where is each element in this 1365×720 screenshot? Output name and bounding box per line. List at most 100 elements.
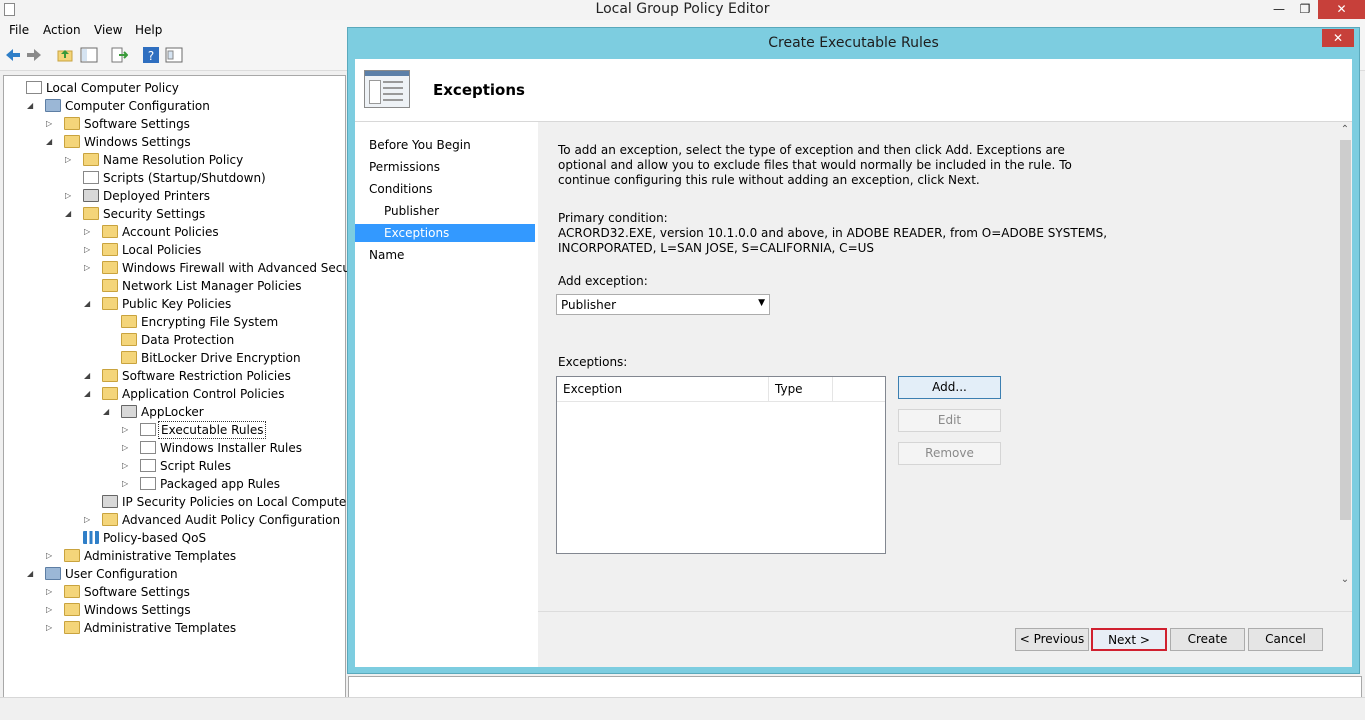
exceptions-list[interactable]: Exception Type xyxy=(556,376,886,554)
tree-node-deployed-printers[interactable]: ▷ Deployed Printers xyxy=(65,187,334,205)
tree-node-windows-settings[interactable]: ◢ Windows Settings xyxy=(46,133,334,151)
help-icon[interactable]: ? xyxy=(142,46,160,64)
tree-node-local-policies[interactable]: ▷ Local Policies xyxy=(84,241,334,259)
menu-file[interactable]: File xyxy=(9,23,29,37)
step-publisher[interactable]: Publisher xyxy=(355,202,535,220)
scroll-up-icon[interactable]: ⌃ xyxy=(1338,124,1352,135)
tree-node-scripts-startup-shutdown[interactable]: Scripts (Startup/Shutdown) xyxy=(65,169,334,187)
tree-node-bitlocker[interactable]: BitLocker Drive Encryption xyxy=(103,349,334,367)
collapse-icon[interactable]: ◢ xyxy=(27,97,37,115)
tree-node-user-software-settings[interactable]: ▷ Software Settings xyxy=(46,583,334,601)
add-exception-label: Add exception: xyxy=(558,274,648,288)
expand-icon[interactable]: ▷ xyxy=(84,223,94,241)
tree-node-user-configuration[interactable]: ◢ User Configuration xyxy=(27,565,334,583)
dialog-close-button[interactable]: ✕ xyxy=(1322,29,1354,47)
tree-node-name-resolution-policy[interactable]: ▷ Name Resolution Policy xyxy=(65,151,334,169)
policy-document-icon xyxy=(83,171,99,184)
expand-icon[interactable]: ▷ xyxy=(46,601,56,619)
menu-help[interactable]: Help xyxy=(135,23,162,37)
expand-icon[interactable]: ▷ xyxy=(46,547,56,565)
tree-node-administrative-templates[interactable]: ▷ Administrative Templates xyxy=(46,547,334,565)
tree-node-data-protection[interactable]: Data Protection xyxy=(103,331,334,349)
tree-node-advanced-audit-policy[interactable]: ▷ Advanced Audit Policy Configuration xyxy=(84,511,340,529)
expand-icon[interactable]: ▷ xyxy=(46,115,56,133)
tree-node-windows-installer-rules[interactable]: ▷ Windows Installer Rules xyxy=(122,439,334,457)
show-hide-tree-icon[interactable] xyxy=(80,46,98,64)
remove-button[interactable]: Remove xyxy=(898,442,1001,465)
expand-icon[interactable]: ▷ xyxy=(84,259,94,277)
tree-node-ip-security-policies[interactable]: IP Security Policies on Local Computer xyxy=(84,493,351,511)
expand-icon[interactable]: ▷ xyxy=(122,439,132,457)
tree-node-packaged-app-rules[interactable]: ▷ Packaged app Rules xyxy=(122,475,334,493)
minimize-button[interactable]: — xyxy=(1266,0,1292,19)
wizard-button-bar: < Previous Next > Create Cancel xyxy=(538,611,1352,668)
cancel-button[interactable]: Cancel xyxy=(1248,628,1323,651)
up-folder-icon[interactable] xyxy=(56,46,74,64)
tree-node-label: Administrative Templates xyxy=(84,549,237,563)
expand-icon[interactable]: ▷ xyxy=(84,511,94,529)
tree-node-application-control[interactable]: ◢ Application Control Policies xyxy=(84,385,334,403)
step-before-you-begin[interactable]: Before You Begin xyxy=(355,136,535,154)
expand-icon[interactable]: ▷ xyxy=(46,583,56,601)
tree-node-computer-configuration[interactable]: ◢ Computer Configuration xyxy=(27,97,334,115)
tree-node-executable-rules[interactable]: ▷ Executable Rules xyxy=(122,421,334,439)
tree-node-security-settings[interactable]: ◢ Security Settings xyxy=(65,205,334,223)
expand-icon[interactable]: ▷ xyxy=(65,187,75,205)
step-permissions[interactable]: Permissions xyxy=(355,158,535,176)
menu-view[interactable]: View xyxy=(94,23,122,37)
back-icon[interactable] xyxy=(4,46,22,64)
tree-node-applocker[interactable]: ◢ AppLocker xyxy=(103,403,334,421)
menu-action[interactable]: Action xyxy=(43,23,81,37)
previous-button[interactable]: < Previous xyxy=(1015,628,1089,651)
tree-node-label: Script Rules xyxy=(160,459,231,473)
expand-icon[interactable]: ▷ xyxy=(122,475,132,493)
tree-node-label: Public Key Policies xyxy=(122,297,232,311)
forward-icon[interactable] xyxy=(25,46,43,64)
expand-icon[interactable]: ▷ xyxy=(122,457,132,475)
tree-node-label: Software Settings xyxy=(84,585,190,599)
tree-node-label: Encrypting File System xyxy=(141,315,279,329)
tree-node-user-administrative-templates[interactable]: ▷ Administrative Templates xyxy=(46,619,334,637)
tree-node-local-computer-policy[interactable]: Local Computer Policy xyxy=(8,79,334,97)
filter-options-icon[interactable] xyxy=(165,46,183,64)
tree-node-script-rules[interactable]: ▷ Script Rules xyxy=(122,457,334,475)
collapse-icon[interactable]: ◢ xyxy=(65,205,75,223)
scroll-down-icon[interactable]: ⌄ xyxy=(1338,574,1352,585)
exception-type-select[interactable]: Publisher ▼ xyxy=(556,294,770,315)
collapse-icon[interactable]: ◢ xyxy=(103,403,113,421)
column-exception[interactable]: Exception xyxy=(557,377,769,401)
expand-icon[interactable]: ▷ xyxy=(122,421,132,439)
tree-node-account-policies[interactable]: ▷ Account Policies xyxy=(84,223,334,241)
tree-node-network-list-manager[interactable]: Network List Manager Policies xyxy=(84,277,334,295)
create-button[interactable]: Create xyxy=(1170,628,1245,651)
tree-node-user-windows-settings[interactable]: ▷ Windows Settings xyxy=(46,601,334,619)
collapse-icon[interactable]: ◢ xyxy=(46,133,56,151)
expand-icon[interactable]: ▷ xyxy=(84,241,94,259)
collapse-icon[interactable]: ◢ xyxy=(84,295,94,313)
tree-node-software-settings[interactable]: ▷ Software Settings xyxy=(46,115,334,133)
tree-node-encrypting-file-system[interactable]: Encrypting File System xyxy=(103,313,334,331)
tree-node-public-key-policies[interactable]: ◢ Public Key Policies xyxy=(84,295,334,313)
step-exceptions[interactable]: Exceptions xyxy=(355,224,535,242)
scrollbar-thumb[interactable] xyxy=(1340,140,1351,520)
tree-node-label: Software Settings xyxy=(84,117,190,131)
tree-node-software-restriction[interactable]: ◢ Software Restriction Policies xyxy=(84,367,334,385)
collapse-icon[interactable]: ◢ xyxy=(84,367,94,385)
edit-button[interactable]: Edit xyxy=(898,409,1001,432)
close-window-button[interactable]: ✕ xyxy=(1318,0,1365,19)
tree-node-windows-firewall[interactable]: ▷ Windows Firewall with Advanced Security xyxy=(84,259,370,277)
expand-icon[interactable]: ▷ xyxy=(65,151,75,169)
maximize-button[interactable]: ❐ xyxy=(1292,0,1318,19)
collapse-icon[interactable]: ◢ xyxy=(84,385,94,403)
collapse-icon[interactable]: ◢ xyxy=(27,565,37,583)
add-button[interactable]: Add... xyxy=(898,376,1001,399)
tree-node-policy-based-qos[interactable]: Policy-based QoS xyxy=(65,529,334,547)
export-list-icon[interactable] xyxy=(110,46,128,64)
column-type[interactable]: Type xyxy=(769,377,833,401)
step-name[interactable]: Name xyxy=(355,246,535,264)
expand-icon[interactable]: ▷ xyxy=(46,619,56,637)
step-conditions[interactable]: Conditions xyxy=(355,180,535,198)
content-scrollbar[interactable]: ⌃ ⌄ xyxy=(1338,122,1352,611)
wizard-page-title: Exceptions xyxy=(433,81,525,99)
next-button[interactable]: Next > xyxy=(1091,628,1167,651)
